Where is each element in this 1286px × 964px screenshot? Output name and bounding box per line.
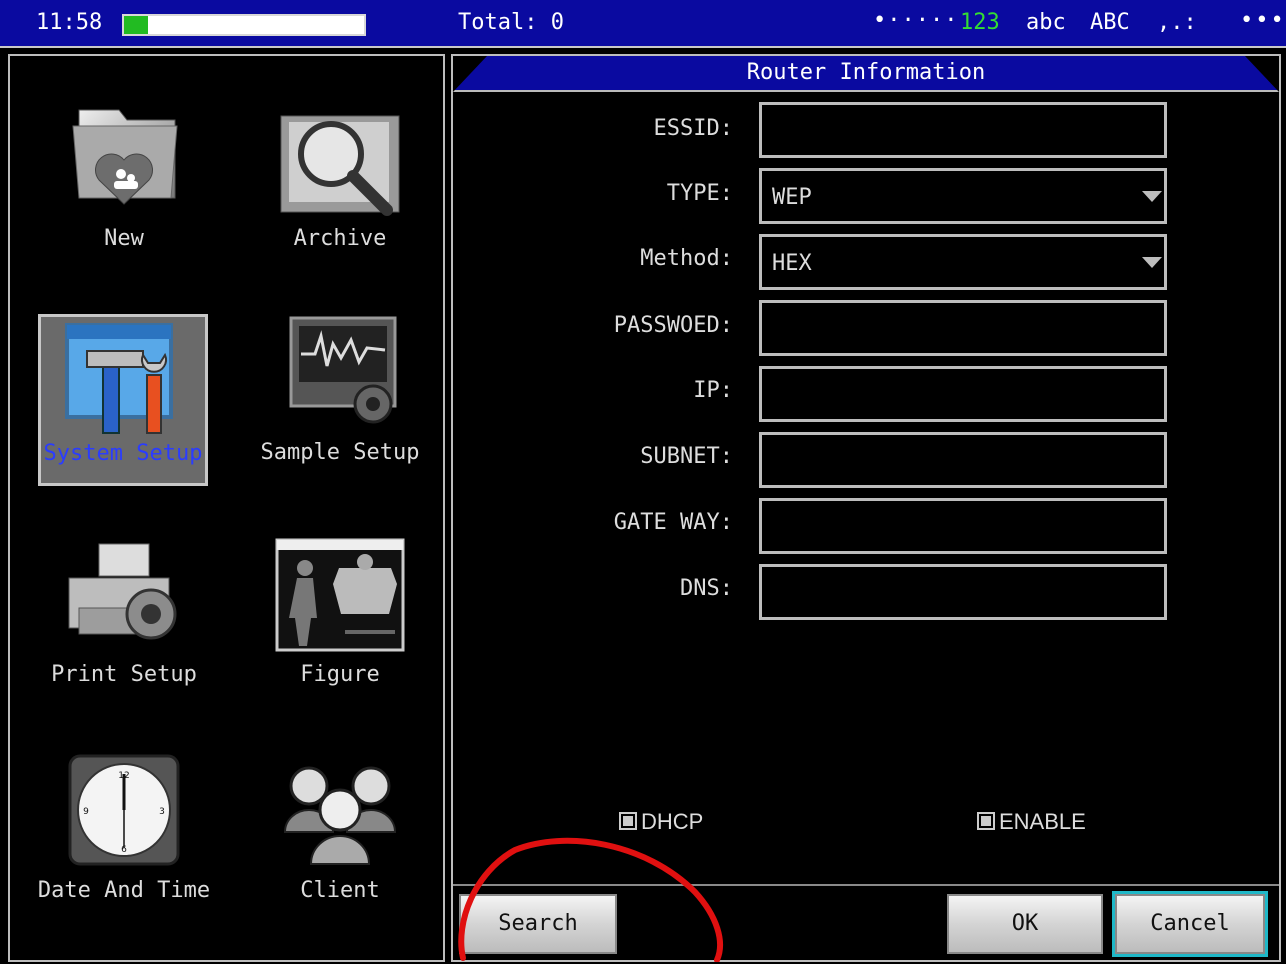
body-figure-icon bbox=[275, 538, 405, 652]
printer-gear-icon bbox=[68, 543, 177, 640]
checkbox-icon bbox=[619, 812, 637, 830]
folder-heart-icon bbox=[72, 109, 178, 205]
menu-item-label: New bbox=[104, 226, 144, 251]
method-label: Method: bbox=[640, 246, 733, 271]
enable-checkbox[interactable]: ENABLE bbox=[977, 809, 1086, 835]
signal-indicator: •····· bbox=[873, 8, 959, 33]
more-icon[interactable]: ••• bbox=[1240, 8, 1286, 33]
chevron-down-icon bbox=[1142, 257, 1162, 268]
type-label: TYPE: bbox=[666, 181, 733, 206]
method-value: HEX bbox=[772, 251, 812, 276]
menu-item-sample-setup[interactable]: Sample Setup bbox=[246, 314, 434, 494]
type-select[interactable]: WEP bbox=[759, 168, 1167, 224]
menu-item-label: Archive bbox=[293, 226, 387, 251]
monitor-gear-icon bbox=[289, 316, 397, 424]
magnifier-icon bbox=[280, 115, 400, 216]
ip-label: IP: bbox=[693, 378, 733, 403]
menu-item-label: Print Setup bbox=[51, 662, 197, 687]
password-label: PASSWOED: bbox=[613, 313, 733, 338]
gateway-field[interactable] bbox=[759, 498, 1167, 554]
subnet-field[interactable] bbox=[759, 432, 1167, 488]
svg-text:6: 6 bbox=[121, 845, 127, 855]
input-mode-lowercase[interactable]: abc bbox=[1026, 10, 1066, 35]
checkbox-icon bbox=[977, 812, 995, 830]
svg-text:9: 9 bbox=[83, 807, 89, 817]
dhcp-label: DHCP bbox=[641, 809, 704, 834]
menu-item-label: Figure bbox=[300, 662, 380, 687]
ip-field[interactable] bbox=[759, 366, 1167, 422]
subnet-label: SUBNET: bbox=[640, 444, 733, 469]
progress-fill bbox=[124, 16, 148, 34]
menu-item-new[interactable]: New bbox=[30, 92, 218, 272]
menu-item-figure[interactable]: Figure bbox=[246, 538, 434, 718]
gateway-label: GATE WAY: bbox=[613, 510, 733, 535]
users-icon bbox=[283, 766, 397, 865]
progress-bar bbox=[122, 14, 366, 36]
dialog-title-bar: Router Information bbox=[453, 56, 1279, 92]
menu-item-label: Client bbox=[300, 878, 380, 903]
router-information-dialog: Router Information ESSID: TYPE: WEP Meth… bbox=[451, 54, 1281, 962]
enable-label: ENABLE bbox=[999, 809, 1086, 834]
essid-field[interactable] bbox=[759, 102, 1167, 158]
password-field[interactable] bbox=[759, 300, 1167, 356]
type-value: WEP bbox=[772, 185, 812, 210]
input-mode-numeric[interactable]: 123 bbox=[960, 10, 1000, 35]
menu-item-archive[interactable]: Archive bbox=[246, 92, 434, 272]
menu-item-print-setup[interactable]: Print Setup bbox=[30, 538, 218, 718]
input-mode-uppercase[interactable]: ABC bbox=[1090, 10, 1130, 35]
main-menu-panel: New Archive System Setup Sample Setup Pr… bbox=[8, 54, 445, 962]
total-count: Total: 0 bbox=[458, 10, 564, 35]
input-mode-punctuation[interactable]: ,.: bbox=[1157, 10, 1197, 35]
red-scribble-annotation bbox=[458, 837, 723, 962]
menu-item-system-setup[interactable]: System Setup bbox=[38, 314, 208, 486]
dns-label: DNS: bbox=[680, 576, 733, 601]
menu-item-client[interactable]: Client bbox=[246, 752, 434, 932]
clock-icon: 12 3 6 9 bbox=[68, 754, 180, 866]
essid-label: ESSID: bbox=[653, 116, 733, 141]
clock-time: 11:58 bbox=[36, 10, 103, 35]
svg-text:12: 12 bbox=[118, 771, 129, 781]
svg-text:3: 3 bbox=[159, 807, 165, 817]
chevron-down-icon bbox=[1142, 191, 1162, 202]
tools-icon bbox=[65, 323, 173, 434]
dns-field[interactable] bbox=[759, 564, 1167, 620]
menu-item-label: System Setup bbox=[43, 441, 203, 466]
menu-item-label: Date And Time bbox=[37, 878, 211, 903]
status-bar: 11:58 Total: 0 •····· 123 abc ABC ,.: ••… bbox=[0, 0, 1286, 48]
cancel-button[interactable]: Cancel bbox=[1112, 891, 1268, 957]
method-select[interactable]: HEX bbox=[759, 234, 1167, 290]
ok-button[interactable]: OK bbox=[947, 894, 1103, 954]
dialog-title: Router Information bbox=[746, 60, 986, 85]
menu-item-date-and-time[interactable]: 12 3 6 9 Date And Time bbox=[30, 752, 218, 932]
menu-item-label: Sample Setup bbox=[260, 440, 420, 465]
